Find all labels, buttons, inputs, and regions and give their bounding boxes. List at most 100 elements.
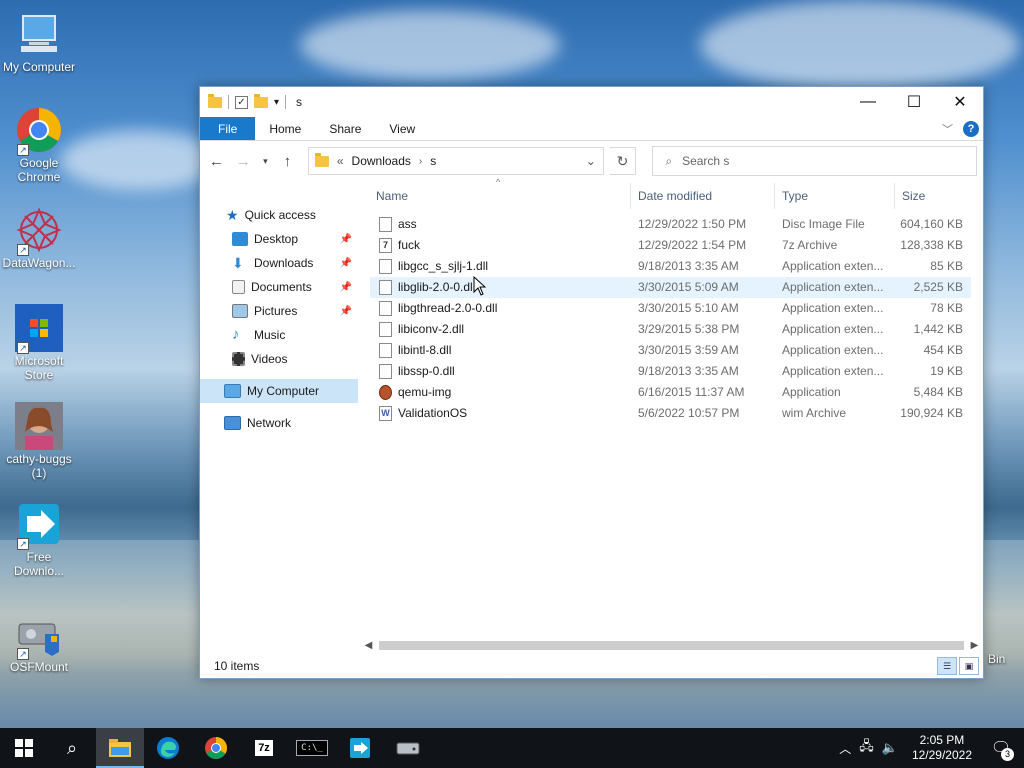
- search-box[interactable]: ⌕ Search s: [652, 146, 977, 176]
- column-size[interactable]: Size: [902, 189, 925, 203]
- column-divider[interactable]: [894, 183, 895, 209]
- table-row[interactable]: libiconv-2.dll 3/29/2015 5:38 PM Applicati…: [370, 319, 971, 340]
- separator: [228, 95, 229, 109]
- nav-quick-access[interactable]: ★ Quick access: [200, 203, 358, 227]
- column-type[interactable]: Type: [782, 189, 808, 203]
- volume-icon[interactable]: 🔈: [882, 740, 898, 756]
- shortcut-arrow-icon: ↗: [17, 144, 29, 156]
- table-row[interactable]: 7 fuck 12/29/2022 1:54 PM 7z Archive 128,338…: [370, 235, 971, 256]
- minimize-button[interactable]: —: [845, 87, 891, 117]
- desktop-icon-free-download[interactable]: ↗ Free Downlo...: [0, 500, 78, 578]
- breadcrumb-s[interactable]: s: [430, 154, 436, 168]
- desktop-icon-photo[interactable]: cathy-buggs (1): [0, 402, 78, 480]
- nav-downloads[interactable]: ⬇ Downloads 📌: [200, 251, 358, 275]
- desktop-icon-datawagon[interactable]: ↗ DataWagon...: [0, 206, 78, 270]
- table-row[interactable]: W ValidationOS 5/6/2022 10:57 PM wim Archiv…: [370, 403, 971, 424]
- column-name[interactable]: Name: [376, 189, 408, 203]
- taskbar-file-explorer[interactable]: [96, 728, 144, 768]
- chevron-down-icon[interactable]: ⌄: [579, 154, 603, 168]
- column-date-modified[interactable]: Date modified: [638, 189, 712, 203]
- table-row[interactable]: libgcc_s_sjlj-1.dll 9/18/2013 3:35 AM Appl…: [370, 256, 971, 277]
- up-button[interactable]: ↑: [277, 153, 298, 170]
- window-title: s: [296, 95, 303, 109]
- taskbar-chrome[interactable]: [192, 728, 240, 768]
- nav-my-computer[interactable]: My Computer: [200, 379, 358, 403]
- horizontal-scrollbar[interactable]: ◀ ▶: [360, 637, 983, 654]
- address-bar[interactable]: « Downloads › s ⌄: [307, 147, 604, 175]
- scrollbar-thumb[interactable]: [379, 641, 964, 650]
- column-divider[interactable]: [774, 183, 775, 209]
- customize-qat-icon[interactable]: ▾: [274, 97, 279, 108]
- desktop-icon-google-chrome[interactable]: ↗ Google Chrome: [0, 106, 78, 184]
- column-divider[interactable]: [630, 183, 631, 209]
- nav-music[interactable]: ♪ Music: [200, 323, 358, 347]
- breadcrumb-downloads[interactable]: Downloads: [352, 154, 411, 168]
- chevron-right-icon[interactable]: ›: [419, 156, 422, 167]
- search-button[interactable]: ⌕: [48, 728, 96, 768]
- wim-archive-icon: W: [379, 406, 392, 421]
- taskbar-terminal[interactable]: C:\_: [288, 728, 336, 768]
- large-icons-view-icon[interactable]: ▣: [959, 657, 979, 675]
- address-overflow[interactable]: «: [337, 154, 344, 168]
- refresh-button[interactable]: ↻: [609, 147, 637, 175]
- nav-videos[interactable]: Videos: [200, 347, 358, 371]
- table-row[interactable]: libglib-2.0-0.dll 3/30/2015 5:09 AM Applic…: [370, 277, 971, 298]
- table-row[interactable]: ass 12/29/2022 1:50 PM Disc Image File 604,…: [370, 214, 971, 235]
- tab-home[interactable]: Home: [255, 117, 315, 140]
- back-button[interactable]: ←: [206, 153, 227, 170]
- desktop-icon-my-computer[interactable]: My Computer: [0, 10, 78, 74]
- file-date-modified: 3/30/2015 5:09 AM: [638, 280, 739, 294]
- desktop-icon-label: My Computer: [2, 60, 76, 74]
- show-hidden-icons-chevron-icon[interactable]: ︿: [839, 740, 851, 757]
- taskbar-edge[interactable]: [144, 728, 192, 768]
- nav-documents[interactable]: Documents 📌: [200, 275, 358, 299]
- nav-label: Quick access: [244, 208, 316, 222]
- table-row[interactable]: qemu-img 6/16/2015 11:37 AM Application 5,4…: [370, 382, 971, 403]
- windows-logo-icon: [15, 739, 33, 757]
- tab-view[interactable]: View: [375, 117, 429, 140]
- desktop-icon-microsoft-store[interactable]: ↗ Microsoft Store: [0, 304, 78, 382]
- tab-file[interactable]: File: [200, 117, 256, 140]
- new-folder-icon[interactable]: [254, 93, 268, 108]
- scroll-left-icon[interactable]: ◀: [360, 640, 377, 651]
- search-icon: ⌕: [66, 737, 78, 758]
- tab-share[interactable]: Share: [315, 117, 375, 140]
- action-center-button[interactable]: 🗨 3: [986, 733, 1016, 763]
- table-row[interactable]: libintl-8.dll 3/30/2015 3:59 AM Applicatio…: [370, 340, 971, 361]
- taskbar-download-manager[interactable]: [336, 728, 384, 768]
- ribbon-tabs: File Home Share View ﹀ ?: [200, 117, 983, 141]
- nav-desktop[interactable]: Desktop 📌: [200, 227, 358, 251]
- desktop-icon-osfmount[interactable]: ↗ OSFMount: [0, 610, 78, 674]
- details-view-icon[interactable]: ☰: [937, 657, 957, 675]
- network-status-icon[interactable]: 🖧: [859, 737, 874, 759]
- file-size: 604,160 KB: [900, 217, 963, 231]
- file-name: libglib-2.0-0.dll: [398, 280, 476, 294]
- desktop-icon-label: Microsoft Store: [14, 354, 64, 382]
- close-button[interactable]: ✕: [937, 87, 983, 117]
- window-controls: — ☐ ✕: [845, 87, 983, 117]
- file-explorer-icon: [109, 739, 131, 757]
- taskbar-osfmount[interactable]: [384, 728, 432, 768]
- view-switcher: ☰ ▣: [937, 657, 983, 675]
- scroll-right-icon[interactable]: ▶: [966, 640, 983, 651]
- table-row[interactable]: libssp-0.dll 9/18/2013 3:35 AM Application…: [370, 361, 971, 382]
- pin-icon: 📌: [339, 281, 352, 293]
- start-button[interactable]: [0, 728, 48, 768]
- nav-network[interactable]: Network: [200, 411, 358, 435]
- file-size: 78 KB: [930, 301, 963, 315]
- pin-icon: 📌: [339, 305, 352, 317]
- recycle-bin-label[interactable]: Bin: [988, 652, 1005, 666]
- properties-icon[interactable]: ✓: [235, 95, 248, 109]
- expand-ribbon-icon[interactable]: ﹀: [942, 121, 953, 137]
- taskbar-7zip[interactable]: 7z: [240, 728, 288, 768]
- folder-icon: [314, 152, 329, 167]
- help-icon[interactable]: ?: [963, 120, 979, 137]
- clock[interactable]: 2:05 PM 12/29/2022: [912, 733, 972, 763]
- file-name: libgthread-2.0-0.dll: [398, 301, 498, 315]
- maximize-button[interactable]: ☐: [891, 87, 937, 117]
- forward-button[interactable]: →: [233, 153, 254, 170]
- nav-pictures[interactable]: Pictures 📌: [200, 299, 358, 323]
- file-icon: [379, 217, 392, 232]
- table-row[interactable]: libgthread-2.0-0.dll 3/30/2015 5:10 AM App…: [370, 298, 971, 319]
- recent-locations-button[interactable]: ▾: [260, 156, 271, 167]
